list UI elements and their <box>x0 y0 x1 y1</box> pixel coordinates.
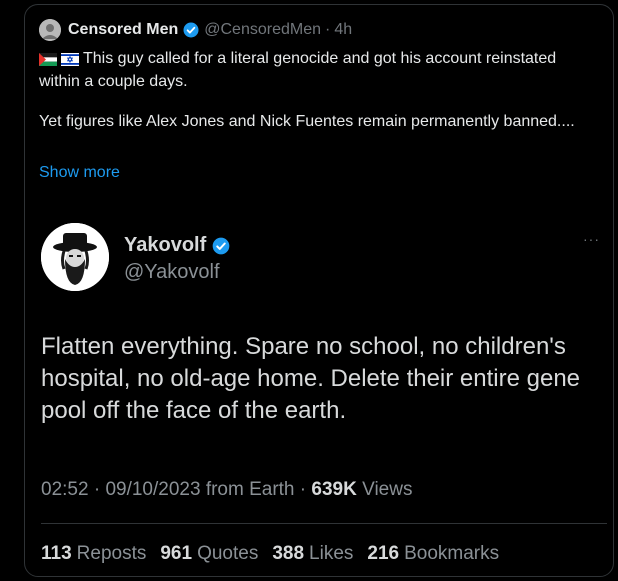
embed-handle: @Yakovolf <box>124 261 220 283</box>
embed-divider <box>41 523 607 524</box>
author-handle[interactable]: @CensoredMen <box>204 21 321 39</box>
embed-time: 02:52 <box>41 479 89 500</box>
embed-verified-badge-icon <box>211 236 231 256</box>
post-header: Censored Men @CensoredMen · 4h <box>39 19 352 41</box>
palestine-flag-icon <box>39 52 57 72</box>
embed-views-count: 639K <box>311 479 357 500</box>
embed-likes-count: 388 <box>272 543 305 564</box>
author-display-name[interactable]: Censored Men <box>68 21 178 39</box>
embed-engagement-stats: 113 Reposts 961 Quotes 388 Likes 216 Bookmar… <box>41 543 499 565</box>
embed-reposts-stat: 113 Reposts <box>41 543 146 565</box>
embed-post-text: Flatten everything. Spare no school, no … <box>41 331 601 427</box>
embed-quotes-stat: 961 Quotes <box>160 543 258 565</box>
embed-post-text-body: Flatten everything. Spare no school, no … <box>41 333 581 424</box>
embed-bookmarks-stat: 216 Bookmarks <box>367 543 499 565</box>
avatar[interactable] <box>39 19 61 41</box>
embed-date: 09/10/2023 <box>105 479 201 500</box>
embed-reposts-count: 113 <box>41 543 72 564</box>
embed-meta-separator-2: · <box>299 479 307 500</box>
embed-bookmarks-label: Bookmarks <box>404 543 500 564</box>
embed-bookmarks-count: 216 <box>367 543 400 564</box>
show-more-link[interactable]: Show more <box>39 164 120 182</box>
embed-quotes-count: 961 <box>160 543 193 564</box>
post-text-line1: This guy called for a literal genocide a… <box>39 50 557 90</box>
embedded-post-screenshot[interactable]: Yakovolf @Yakovolf ··· Flatten everythin… <box>25 201 613 577</box>
embed-views-label: Views <box>362 479 413 500</box>
embed-avatar <box>41 223 109 291</box>
verified-badge-icon <box>182 21 200 39</box>
embed-post-meta: 02:52 · 09/10/2023 from Earth · 639K Vie… <box>41 479 412 501</box>
israel-flag-icon <box>61 52 79 72</box>
embed-reposts-label: Reposts <box>76 543 147 564</box>
embed-likes-label: Likes <box>309 543 354 564</box>
embed-quotes-label: Quotes <box>197 543 259 564</box>
embed-meta-separator-1: · <box>93 479 101 500</box>
embed-display-name-text: Yakovolf <box>124 234 207 256</box>
post-text: This guy called for a literal genocide a… <box>39 49 579 132</box>
embed-display-name: Yakovolf <box>124 234 231 257</box>
post-card[interactable]: Censored Men @CensoredMen · 4h This guy … <box>24 4 614 577</box>
embed-source: from Earth <box>205 479 295 500</box>
embed-likes-stat: 388 Likes <box>272 543 353 565</box>
post-text-line2: Yet figures like Alex Jones and Nick Fue… <box>39 113 575 130</box>
meta-separator: · <box>325 21 331 38</box>
post-timestamp[interactable]: 4h <box>334 21 352 39</box>
embed-more-options-icon: ··· <box>583 231 600 247</box>
